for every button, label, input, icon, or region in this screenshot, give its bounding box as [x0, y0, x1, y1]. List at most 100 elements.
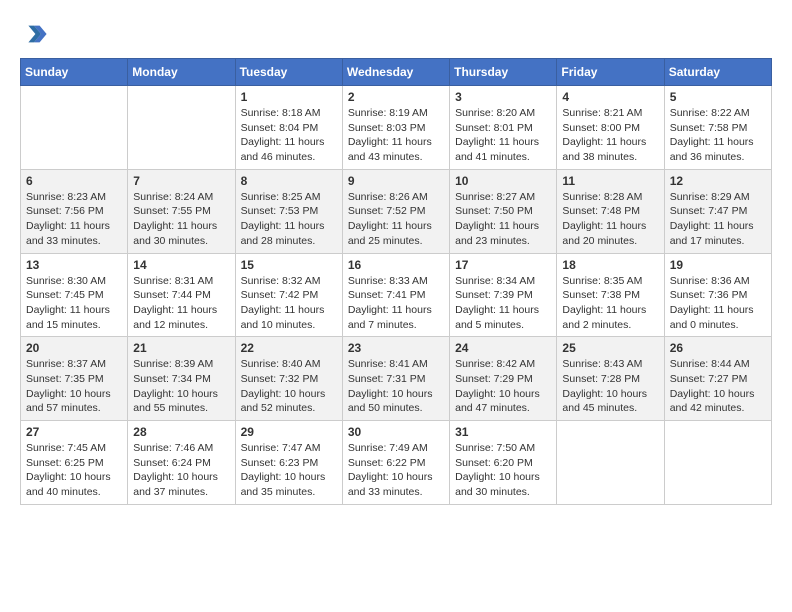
day-number: 18: [562, 258, 658, 272]
day-number: 10: [455, 174, 551, 188]
day-info: Sunrise: 7:50 AM Sunset: 6:20 PM Dayligh…: [455, 441, 551, 500]
day-info: Sunrise: 8:19 AM Sunset: 8:03 PM Dayligh…: [348, 106, 444, 165]
day-number: 24: [455, 341, 551, 355]
day-info: Sunrise: 8:26 AM Sunset: 7:52 PM Dayligh…: [348, 190, 444, 249]
page-header: [20, 20, 772, 48]
logo: [20, 20, 52, 48]
day-info: Sunrise: 8:41 AM Sunset: 7:31 PM Dayligh…: [348, 357, 444, 416]
day-number: 13: [26, 258, 122, 272]
header-cell-monday: Monday: [128, 59, 235, 86]
calendar-cell: 30 Sunrise: 7:49 AM Sunset: 6:22 PM Dayli…: [342, 421, 449, 505]
header-cell-friday: Friday: [557, 59, 664, 86]
calendar-row: 6 Sunrise: 8:23 AM Sunset: 7:56 PM Daylig…: [21, 169, 772, 253]
day-number: 23: [348, 341, 444, 355]
calendar-cell: 14 Sunrise: 8:31 AM Sunset: 7:44 PM Dayli…: [128, 253, 235, 337]
day-info: Sunrise: 8:37 AM Sunset: 7:35 PM Dayligh…: [26, 357, 122, 416]
day-number: 25: [562, 341, 658, 355]
day-number: 16: [348, 258, 444, 272]
day-number: 8: [241, 174, 337, 188]
calendar-cell: 23 Sunrise: 8:41 AM Sunset: 7:31 PM Dayli…: [342, 337, 449, 421]
day-info: Sunrise: 8:31 AM Sunset: 7:44 PM Dayligh…: [133, 274, 229, 333]
calendar-cell: 8 Sunrise: 8:25 AM Sunset: 7:53 PM Daylig…: [235, 169, 342, 253]
calendar-cell: 6 Sunrise: 8:23 AM Sunset: 7:56 PM Daylig…: [21, 169, 128, 253]
calendar-cell: 20Sunrise: 8:37 AM Sunset: 7:35 PM Dayli…: [21, 337, 128, 421]
calendar-row: 1Sunrise: 8:18 AM Sunset: 8:04 PM Daylig…: [21, 86, 772, 170]
calendar-table: SundayMondayTuesdayWednesdayThursdayFrid…: [20, 58, 772, 505]
day-info: Sunrise: 8:25 AM Sunset: 7:53 PM Dayligh…: [241, 190, 337, 249]
day-number: 22: [241, 341, 337, 355]
calendar-cell: 16 Sunrise: 8:33 AM Sunset: 7:41 PM Dayli…: [342, 253, 449, 337]
calendar-cell: [21, 86, 128, 170]
calendar-cell: 13 Sunrise: 8:30 AM Sunset: 7:45 PM Dayli…: [21, 253, 128, 337]
calendar-cell: [664, 421, 771, 505]
day-info: Sunrise: 7:46 AM Sunset: 6:24 PM Dayligh…: [133, 441, 229, 500]
calendar-cell: 11 Sunrise: 8:28 AM Sunset: 7:48 PM Dayli…: [557, 169, 664, 253]
day-number: 7: [133, 174, 229, 188]
calendar-cell: 3 Sunrise: 8:20 AM Sunset: 8:01 PM Daylig…: [450, 86, 557, 170]
calendar-cell: 18 Sunrise: 8:35 AM Sunset: 7:38 PM Dayli…: [557, 253, 664, 337]
calendar-cell: 25 Sunrise: 8:43 AM Sunset: 7:28 PM Dayli…: [557, 337, 664, 421]
calendar-cell: 17 Sunrise: 8:34 AM Sunset: 7:39 PM Dayli…: [450, 253, 557, 337]
day-info: Sunrise: 7:47 AM Sunset: 6:23 PM Dayligh…: [241, 441, 337, 500]
day-info: Sunrise: 8:32 AM Sunset: 7:42 PM Dayligh…: [241, 274, 337, 333]
header-cell-wednesday: Wednesday: [342, 59, 449, 86]
calendar-cell: 22 Sunrise: 8:40 AM Sunset: 7:32 PM Dayli…: [235, 337, 342, 421]
calendar-cell: 27Sunrise: 7:45 AM Sunset: 6:25 PM Dayli…: [21, 421, 128, 505]
header-cell-thursday: Thursday: [450, 59, 557, 86]
day-info: Sunrise: 8:18 AM Sunset: 8:04 PM Dayligh…: [241, 106, 337, 165]
logo-icon: [20, 20, 48, 48]
header-cell-tuesday: Tuesday: [235, 59, 342, 86]
header-cell-saturday: Saturday: [664, 59, 771, 86]
day-number: 9: [348, 174, 444, 188]
calendar-cell: 15 Sunrise: 8:32 AM Sunset: 7:42 PM Dayli…: [235, 253, 342, 337]
day-info: Sunrise: 8:35 AM Sunset: 7:38 PM Dayligh…: [562, 274, 658, 333]
day-number: 31: [455, 425, 551, 439]
day-info: Sunrise: 8:21 AM Sunset: 8:00 PM Dayligh…: [562, 106, 658, 165]
day-info: Sunrise: 8:34 AM Sunset: 7:39 PM Dayligh…: [455, 274, 551, 333]
header-cell-sunday: Sunday: [21, 59, 128, 86]
day-number: 6: [26, 174, 122, 188]
calendar-cell: 4 Sunrise: 8:21 AM Sunset: 8:00 PM Daylig…: [557, 86, 664, 170]
day-info: Sunrise: 8:30 AM Sunset: 7:45 PM Dayligh…: [26, 274, 122, 333]
day-number: 12: [670, 174, 766, 188]
day-number: 19: [670, 258, 766, 272]
day-number: 21: [133, 341, 229, 355]
calendar-header: SundayMondayTuesdayWednesdayThursdayFrid…: [21, 59, 772, 86]
calendar-cell: 5 Sunrise: 8:22 AM Sunset: 7:58 PM Daylig…: [664, 86, 771, 170]
calendar-cell: 26Sunrise: 8:44 AM Sunset: 7:27 PM Dayli…: [664, 337, 771, 421]
day-info: Sunrise: 7:49 AM Sunset: 6:22 PM Dayligh…: [348, 441, 444, 500]
calendar-row: 13 Sunrise: 8:30 AM Sunset: 7:45 PM Dayli…: [21, 253, 772, 337]
day-number: 17: [455, 258, 551, 272]
day-info: Sunrise: 8:28 AM Sunset: 7:48 PM Dayligh…: [562, 190, 658, 249]
day-info: Sunrise: 8:20 AM Sunset: 8:01 PM Dayligh…: [455, 106, 551, 165]
day-number: 30: [348, 425, 444, 439]
day-info: Sunrise: 8:43 AM Sunset: 7:28 PM Dayligh…: [562, 357, 658, 416]
day-info: Sunrise: 8:40 AM Sunset: 7:32 PM Dayligh…: [241, 357, 337, 416]
day-info: Sunrise: 7:45 AM Sunset: 6:25 PM Dayligh…: [26, 441, 122, 500]
day-number: 3: [455, 90, 551, 104]
calendar-cell: 19Sunrise: 8:36 AM Sunset: 7:36 PM Dayli…: [664, 253, 771, 337]
day-info: Sunrise: 8:23 AM Sunset: 7:56 PM Dayligh…: [26, 190, 122, 249]
day-number: 26: [670, 341, 766, 355]
calendar-cell: [557, 421, 664, 505]
calendar-row: 20Sunrise: 8:37 AM Sunset: 7:35 PM Dayli…: [21, 337, 772, 421]
calendar-cell: 24Sunrise: 8:42 AM Sunset: 7:29 PM Dayli…: [450, 337, 557, 421]
day-number: 15: [241, 258, 337, 272]
calendar-cell: 9 Sunrise: 8:26 AM Sunset: 7:52 PM Daylig…: [342, 169, 449, 253]
calendar-cell: 10 Sunrise: 8:27 AM Sunset: 7:50 PM Dayli…: [450, 169, 557, 253]
day-number: 4: [562, 90, 658, 104]
day-number: 2: [348, 90, 444, 104]
day-number: 11: [562, 174, 658, 188]
day-info: Sunrise: 8:22 AM Sunset: 7:58 PM Dayligh…: [670, 106, 766, 165]
day-info: Sunrise: 8:27 AM Sunset: 7:50 PM Dayligh…: [455, 190, 551, 249]
calendar-cell: 28 Sunrise: 7:46 AM Sunset: 6:24 PM Dayli…: [128, 421, 235, 505]
day-info: Sunrise: 8:29 AM Sunset: 7:47 PM Dayligh…: [670, 190, 766, 249]
day-number: 28: [133, 425, 229, 439]
day-info: Sunrise: 8:33 AM Sunset: 7:41 PM Dayligh…: [348, 274, 444, 333]
calendar-cell: 2 Sunrise: 8:19 AM Sunset: 8:03 PM Daylig…: [342, 86, 449, 170]
day-number: 5: [670, 90, 766, 104]
calendar-row: 27Sunrise: 7:45 AM Sunset: 6:25 PM Dayli…: [21, 421, 772, 505]
calendar-body: 1Sunrise: 8:18 AM Sunset: 8:04 PM Daylig…: [21, 86, 772, 505]
day-number: 14: [133, 258, 229, 272]
calendar-cell: 12 Sunrise: 8:29 AM Sunset: 7:47 PM Dayli…: [664, 169, 771, 253]
